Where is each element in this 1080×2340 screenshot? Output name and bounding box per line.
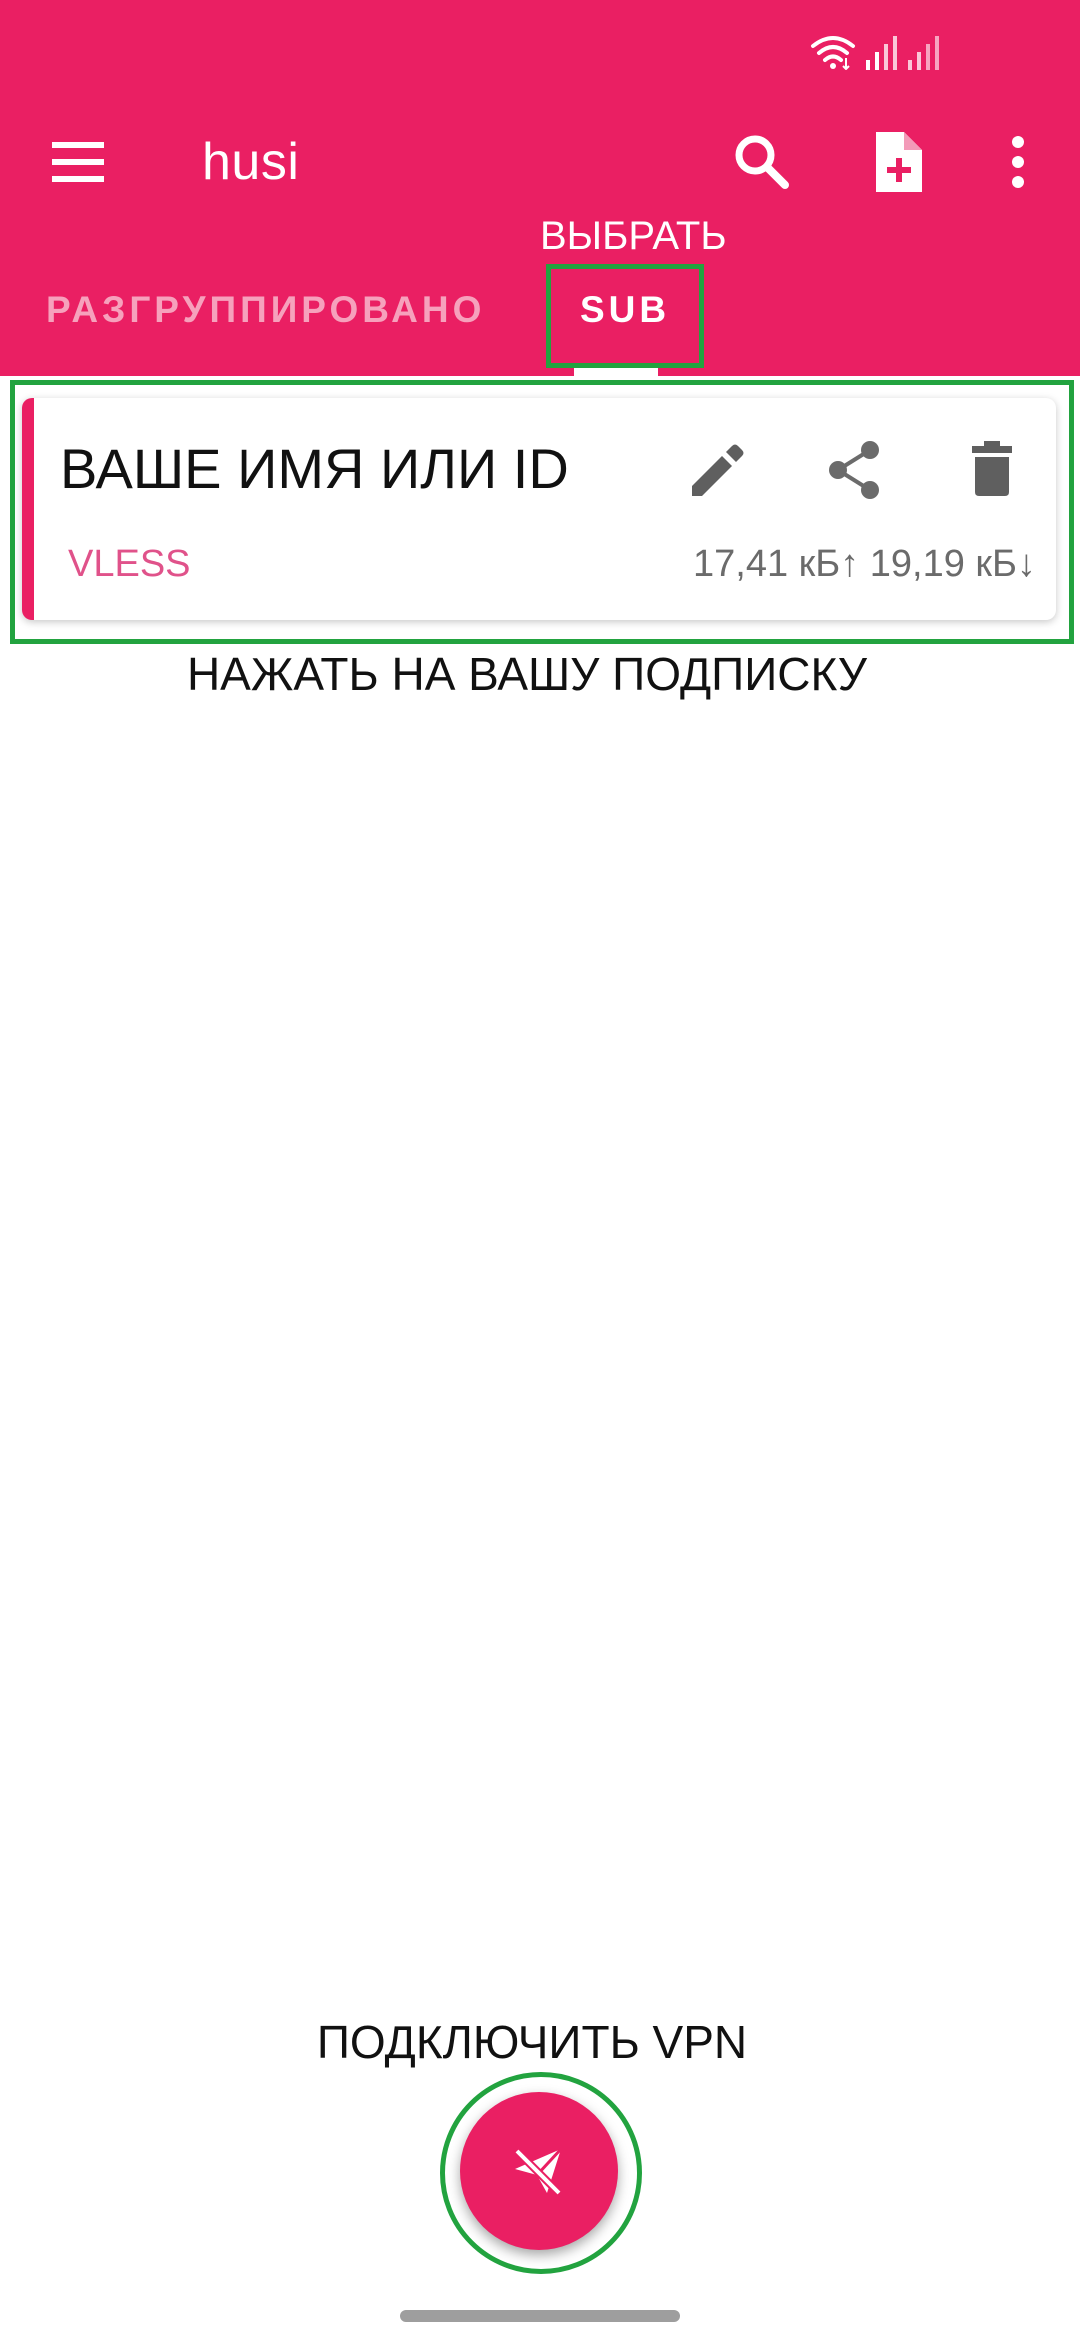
app-bar: husi ВЫБРАТЬ РАЗГРУППИРОВАНО SUB (0, 0, 1080, 376)
signal-bars-icon (866, 36, 897, 70)
search-icon (735, 135, 789, 189)
hamburger-menu-icon (52, 142, 104, 182)
screen: husi ВЫБРАТЬ РАЗГРУППИРОВАНО SUB ВАШЕ ИМ… (0, 0, 1080, 2340)
card-highlight-frame (10, 380, 1074, 644)
tap-subscription-annotation: НАЖАТЬ НА ВАШУ ПОДПИСКУ (186, 648, 868, 700)
wifi-icon (811, 36, 855, 70)
connect-vpn-annotation: ПОДКЛЮЧИТЬ VPN (316, 2016, 748, 2068)
select-annotation: ВЫБРАТЬ (540, 214, 727, 258)
add-profile-button[interactable] (858, 122, 938, 202)
connect-fab[interactable] (460, 2092, 618, 2250)
signal-bars-icon (908, 36, 939, 70)
navigation-menu-button[interactable] (40, 128, 120, 196)
more-vert-icon (1012, 136, 1024, 188)
gesture-navigation-bar[interactable] (400, 2310, 680, 2322)
tab-ungrouped[interactable]: РАЗГРУППИРОВАНО (46, 282, 485, 338)
add-file-icon (876, 132, 922, 192)
status-bar (810, 30, 940, 70)
more-options-button[interactable] (978, 122, 1058, 202)
search-button[interactable] (722, 122, 802, 202)
tab-indicator (574, 368, 658, 376)
paper-plane-off-icon (514, 2147, 563, 2196)
tab-highlight-frame (546, 264, 704, 368)
app-title: husi (202, 133, 300, 191)
